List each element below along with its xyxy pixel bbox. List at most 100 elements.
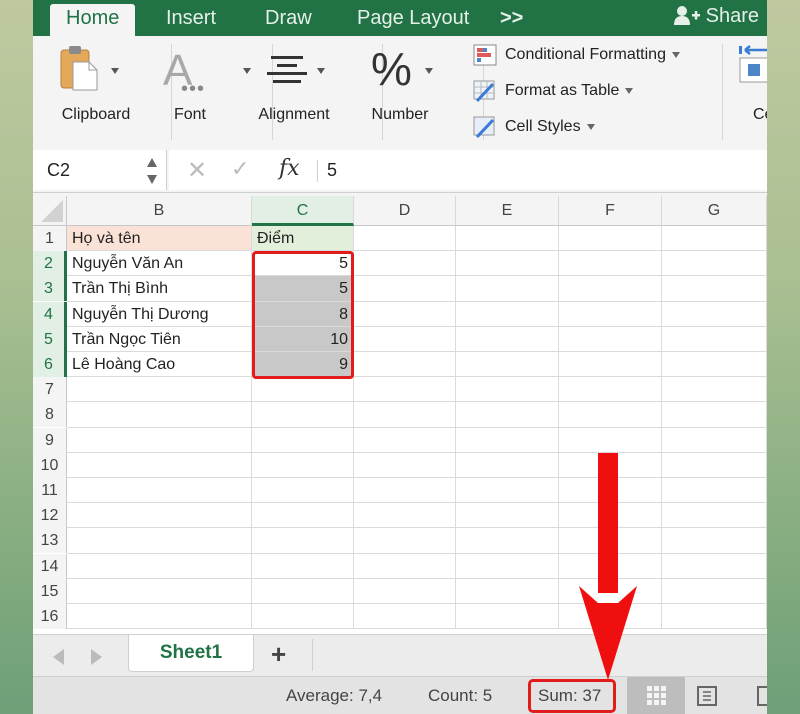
- tab-page-layout[interactable]: Page Layout: [357, 4, 469, 36]
- cell-g9[interactable]: [662, 427, 767, 453]
- column-header-e[interactable]: E: [456, 196, 559, 226]
- cell-b4[interactable]: Nguyễn Thị Dương: [67, 301, 252, 327]
- cell-g8[interactable]: [662, 402, 767, 428]
- cell-g13[interactable]: [662, 528, 767, 554]
- row-header-12[interactable]: 12: [33, 503, 67, 529]
- clipboard-group[interactable]: Clipboard: [41, 36, 151, 146]
- cell-e13[interactable]: [456, 528, 559, 554]
- cell-b8[interactable]: [67, 402, 252, 428]
- cell-c7[interactable]: [252, 377, 354, 403]
- cell-c5[interactable]: 10: [252, 326, 354, 352]
- row-header-2[interactable]: 2: [33, 251, 67, 277]
- cell-b6[interactable]: Lê Hoàng Cao: [67, 352, 252, 378]
- column-header-b[interactable]: B: [67, 196, 252, 226]
- page-break-view-button[interactable]: [757, 686, 767, 706]
- cell-f3[interactable]: [559, 276, 662, 302]
- conditional-formatting-button[interactable]: Conditional Formatting: [473, 43, 680, 67]
- cell-d15[interactable]: [354, 578, 456, 604]
- row-header-15[interactable]: 15: [33, 578, 67, 604]
- cell-g3[interactable]: [662, 276, 767, 302]
- row-header-7[interactable]: 7: [33, 377, 67, 403]
- cell-f13[interactable]: [559, 528, 662, 554]
- cell-b13[interactable]: [67, 528, 252, 554]
- cell-e8[interactable]: [456, 402, 559, 428]
- cell-f9[interactable]: [559, 427, 662, 453]
- cell-d11[interactable]: [354, 478, 456, 504]
- cell-g7[interactable]: [662, 377, 767, 403]
- cell-e9[interactable]: [456, 427, 559, 453]
- cell-c16[interactable]: [252, 604, 354, 630]
- cancel-icon[interactable]: ✕: [187, 156, 207, 185]
- cell-b3[interactable]: Trần Thị Bình: [67, 276, 252, 302]
- cell-g6[interactable]: [662, 352, 767, 378]
- next-sheet-icon[interactable]: [91, 649, 102, 665]
- cell-d7[interactable]: [354, 377, 456, 403]
- cell-c10[interactable]: [252, 452, 354, 478]
- cell-b12[interactable]: [67, 503, 252, 529]
- alignment-group[interactable]: Alignment: [245, 36, 343, 146]
- cell-e4[interactable]: [456, 301, 559, 327]
- share-button[interactable]: Share: [674, 2, 759, 30]
- row-header-13[interactable]: 13: [33, 528, 67, 554]
- previous-sheet-icon[interactable]: [53, 649, 64, 665]
- cell-f10[interactable]: [559, 452, 662, 478]
- cell-f8[interactable]: [559, 402, 662, 428]
- cell-d1[interactable]: [354, 226, 456, 252]
- cell-b11[interactable]: [67, 478, 252, 504]
- name-box-stepper-icon[interactable]: [146, 156, 158, 186]
- cell-b5[interactable]: Trần Ngọc Tiên: [67, 326, 252, 352]
- number-group[interactable]: % Number: [353, 36, 447, 146]
- cell-c15[interactable]: [252, 578, 354, 604]
- cell-b2[interactable]: Nguyễn Văn An: [67, 251, 252, 277]
- cell-g11[interactable]: [662, 478, 767, 504]
- select-all-button[interactable]: [33, 196, 67, 226]
- cell-b9[interactable]: [67, 427, 252, 453]
- cells-group[interactable]: Ce: [733, 36, 767, 146]
- cell-d10[interactable]: [354, 452, 456, 478]
- cell-f5[interactable]: [559, 326, 662, 352]
- sheet-tab-sheet1[interactable]: Sheet1: [128, 635, 254, 672]
- cell-g2[interactable]: [662, 251, 767, 277]
- cell-d14[interactable]: [354, 553, 456, 579]
- cell-f14[interactable]: [559, 553, 662, 579]
- cell-e7[interactable]: [456, 377, 559, 403]
- cell-f1[interactable]: [559, 226, 662, 252]
- cell-b1[interactable]: Họ và tên: [67, 226, 252, 252]
- cell-c1[interactable]: Điểm: [252, 226, 354, 252]
- cell-d3[interactable]: [354, 276, 456, 302]
- cell-e1[interactable]: [456, 226, 559, 252]
- cell-c2[interactable]: 5: [252, 251, 354, 277]
- normal-view-button[interactable]: [627, 677, 685, 714]
- cell-f2[interactable]: [559, 251, 662, 277]
- cell-c9[interactable]: [252, 427, 354, 453]
- cell-d2[interactable]: [354, 251, 456, 277]
- cell-f6[interactable]: [559, 352, 662, 378]
- cell-g4[interactable]: [662, 301, 767, 327]
- row-header-1[interactable]: 1: [33, 226, 67, 251]
- insert-function-icon[interactable]: fx: [279, 156, 300, 181]
- cell-g5[interactable]: [662, 326, 767, 352]
- cell-d12[interactable]: [354, 503, 456, 529]
- cell-b14[interactable]: [67, 553, 252, 579]
- cell-d4[interactable]: [354, 301, 456, 327]
- row-header-8[interactable]: 8: [33, 402, 67, 428]
- cell-c12[interactable]: [252, 503, 354, 529]
- cell-f16[interactable]: [559, 604, 662, 630]
- tab-home[interactable]: Home: [50, 4, 136, 36]
- cell-d9[interactable]: [354, 427, 456, 453]
- cell-f12[interactable]: [559, 503, 662, 529]
- cell-f4[interactable]: [559, 301, 662, 327]
- cell-g15[interactable]: [662, 578, 767, 604]
- column-header-c[interactable]: C: [252, 196, 354, 226]
- cell-f11[interactable]: [559, 478, 662, 504]
- row-header-16[interactable]: 16: [33, 604, 67, 629]
- row-header-6[interactable]: 6: [33, 352, 67, 377]
- cell-c14[interactable]: [252, 553, 354, 579]
- row-header-14[interactable]: 14: [33, 553, 67, 579]
- row-header-3[interactable]: 3: [33, 276, 67, 302]
- tab-overflow-button[interactable]: >>: [500, 4, 523, 36]
- cell-d8[interactable]: [354, 402, 456, 428]
- format-as-table-button[interactable]: Format as Table: [473, 79, 634, 103]
- spreadsheet-grid[interactable]: B C D E F G 1 Họ và tên Điểm 2 Nguyễn Văn An 5 3 Trần…: [33, 196, 767, 634]
- cell-c8[interactable]: [252, 402, 354, 428]
